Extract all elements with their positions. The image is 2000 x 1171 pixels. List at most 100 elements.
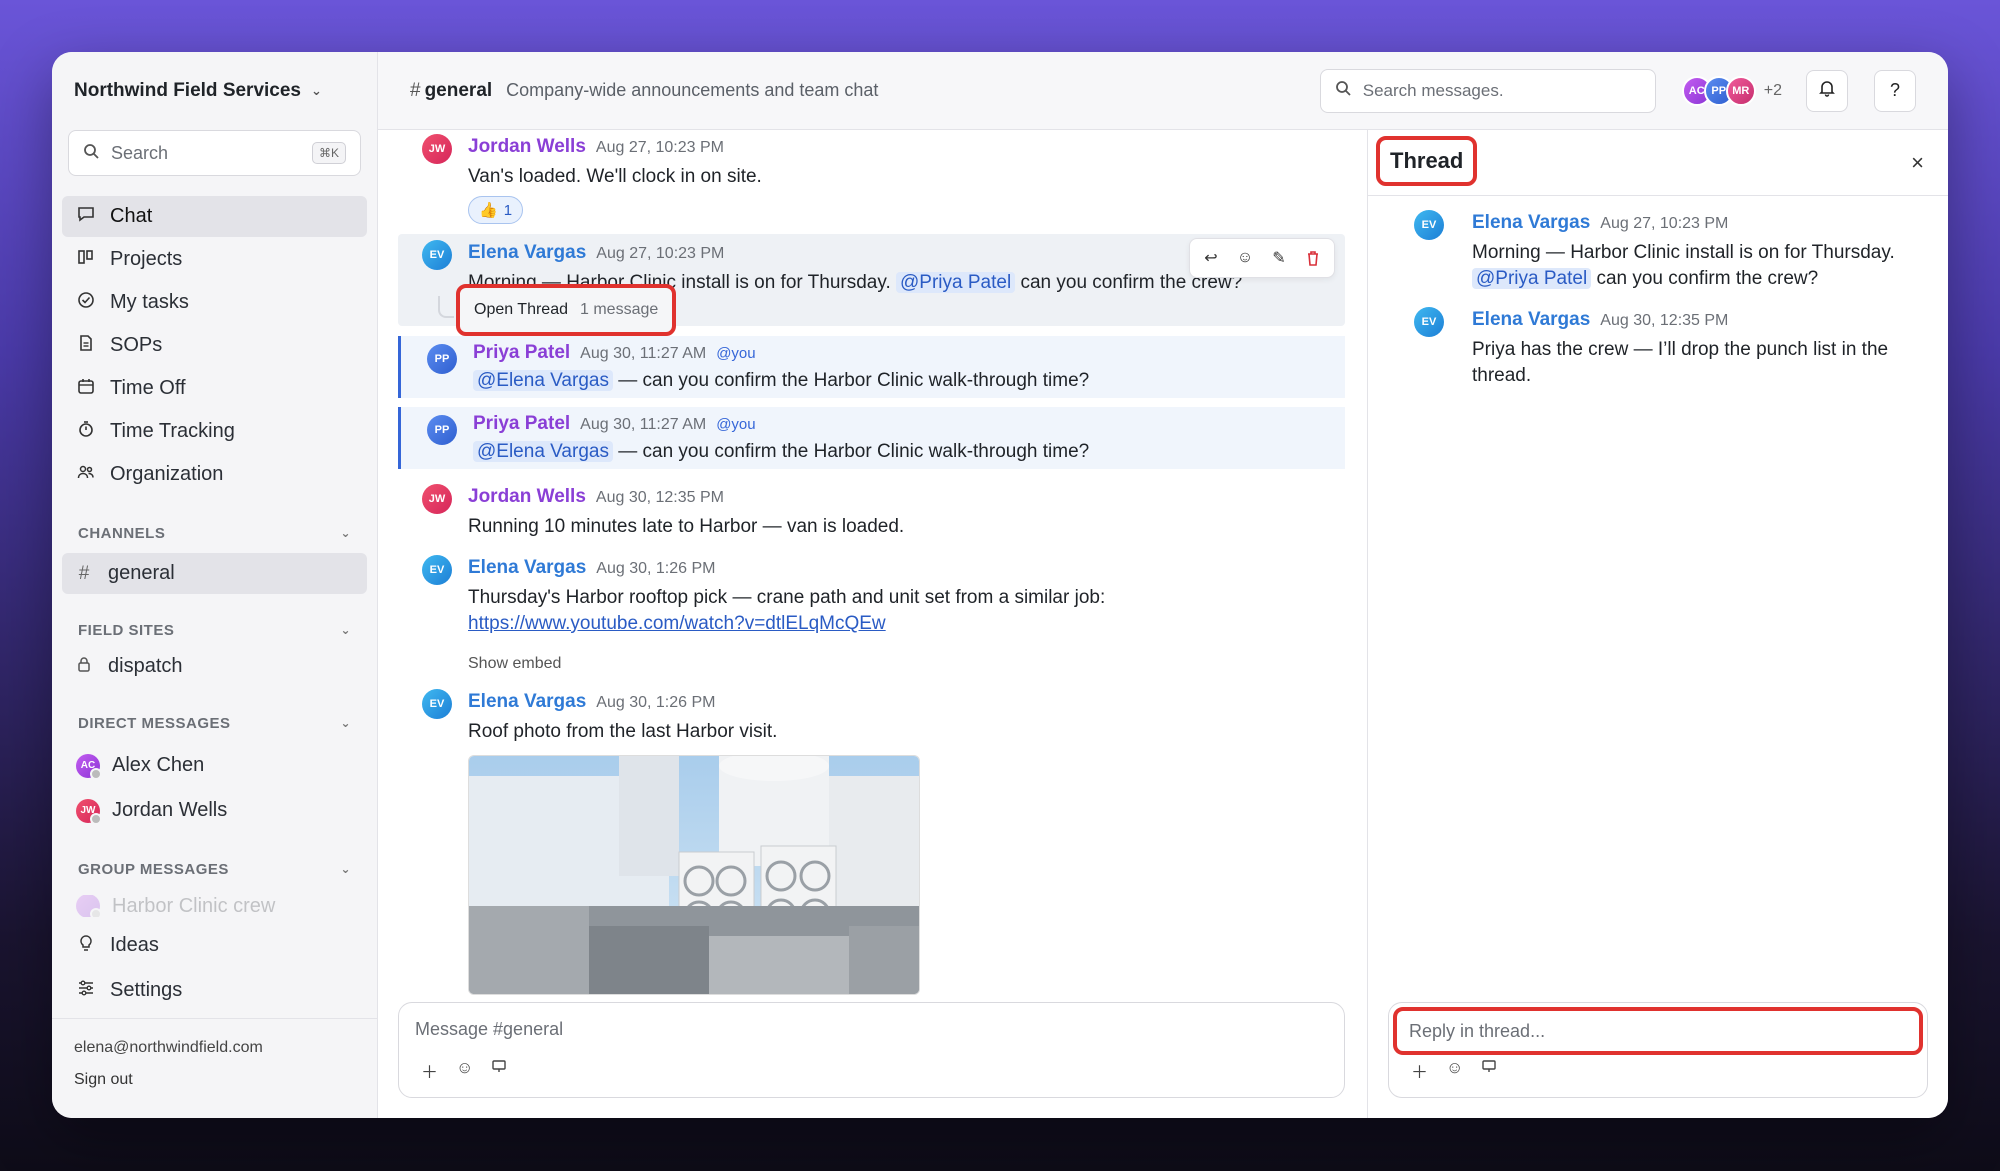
youtube-link[interactable]: https://www.youtube.com/watch?v=dtlELqMc…	[468, 613, 886, 634]
edit-icon[interactable]: ✎	[1264, 243, 1294, 273]
author-name[interactable]: Elena Vargas	[468, 557, 586, 579]
message-text: Roof photo from the last Harbor visit.	[468, 721, 778, 742]
nav-item-sops[interactable]: SOPs	[62, 325, 367, 366]
chevron-down-icon: ⌄	[340, 623, 351, 637]
author-name[interactable]: Jordan Wells	[468, 486, 586, 508]
channel-label: dispatch	[108, 655, 183, 677]
dm-section-header[interactable]: DIRECT MESSAGES ⌄	[52, 711, 377, 735]
close-icon[interactable]: ×	[1911, 150, 1924, 176]
avatar: JW	[422, 484, 452, 514]
search-icon	[83, 143, 99, 164]
open-thread-button[interactable]: Open Thread 1 message	[456, 284, 677, 336]
dm-label: Alex Chen	[112, 754, 205, 776]
section-title: DIRECT MESSAGES	[78, 714, 231, 732]
thread-reply-composer: Reply in thread... ＋ ☺	[1388, 1002, 1928, 1098]
message-search-input[interactable]: Search messages.	[1319, 68, 1656, 113]
author-name[interactable]: Elena Vargas	[468, 242, 586, 264]
channel-item-general[interactable]: # general	[62, 553, 367, 594]
search-icon	[1335, 80, 1351, 101]
nav-label: Settings	[110, 979, 183, 1001]
thread-title: Thread	[1376, 136, 1478, 186]
field-sites-section-header[interactable]: FIELD SITES ⌄	[52, 618, 377, 642]
shortcut-badge: ⌘K	[311, 142, 346, 164]
user-email: elena@northwindfield.com	[74, 1039, 263, 1056]
nav-item-projects[interactable]: Projects	[62, 239, 367, 280]
you-tag: @you	[716, 345, 756, 362]
timestamp: Aug 27, 10:23 PM	[595, 139, 724, 156]
lock-icon	[76, 656, 92, 678]
notifications-button[interactable]	[1806, 69, 1848, 112]
timestamp: Aug 30, 11:27 AM	[580, 345, 707, 362]
timestamp: Aug 27, 10:23 PM	[1600, 215, 1729, 232]
gif-icon[interactable]	[1481, 1058, 1497, 1083]
help-button[interactable]: ?	[1874, 69, 1916, 112]
timestamp: Aug 27, 10:23 PM	[596, 245, 725, 262]
author-name[interactable]: Priya Patel	[473, 413, 570, 435]
author-name[interactable]: Elena Vargas	[1472, 309, 1590, 331]
trash-icon[interactable]	[1298, 243, 1328, 273]
author-name[interactable]: Priya Patel	[473, 342, 570, 364]
channels-section-header[interactable]: CHANNELS ⌄	[52, 521, 377, 545]
timestamp: Aug 30, 11:27 AM	[580, 416, 707, 433]
mention[interactable]: @Priya Patel	[1472, 268, 1592, 289]
message-text: @Elena Vargas — can you confirm the Harb…	[473, 439, 1089, 465]
nav-item-settings[interactable]: Settings	[62, 970, 367, 1011]
reaction-chip[interactable]: 👍 1	[468, 196, 524, 224]
mention[interactable]: @Priya Patel	[896, 272, 1016, 293]
bell-icon	[1818, 79, 1836, 102]
member-avatars[interactable]: AC PP MR +2	[1681, 75, 1782, 106]
timestamp: Aug 30, 12:35 PM	[1600, 312, 1729, 329]
plus-icon[interactable]: ＋	[421, 1058, 438, 1083]
dm-item-jordan-wells[interactable]: JW Jordan Wells	[62, 790, 367, 831]
timestamp: Aug 30, 12:35 PM	[595, 489, 724, 506]
nav-item-time-off[interactable]: Time Off	[62, 368, 367, 409]
stopwatch-icon	[76, 420, 96, 443]
emoji-icon[interactable]: ☺	[456, 1058, 473, 1083]
dm-item-alex-chen[interactable]: AC Alex Chen	[62, 745, 367, 786]
nav-item-time-tracking[interactable]: Time Tracking	[62, 411, 367, 452]
avatar: JW	[76, 798, 102, 825]
timestamp: Aug 30, 1:26 PM	[596, 694, 716, 711]
author-name[interactable]: Jordan Wells	[468, 136, 586, 158]
nav-label: My tasks	[110, 291, 189, 313]
gif-icon[interactable]	[491, 1058, 507, 1083]
you-tag: @you	[716, 416, 756, 433]
show-embed-button[interactable]: Show embed	[468, 655, 561, 673]
nav-item-ideas[interactable]: Ideas	[62, 925, 367, 966]
group-section-header[interactable]: GROUP MESSAGES ⌄	[52, 857, 377, 881]
sidebar-search[interactable]: Search ⌘K	[68, 130, 361, 176]
author-name[interactable]: Elena Vargas	[1472, 212, 1590, 234]
nav-label: Ideas	[110, 934, 159, 956]
thread-connector	[438, 296, 454, 318]
main-area: # general Company-wide announcements and …	[378, 52, 1948, 1118]
mention[interactable]: @Elena Vargas	[473, 370, 613, 391]
nav-item-chat[interactable]: Chat	[62, 196, 367, 237]
chevron-down-icon: ⌄	[340, 716, 351, 730]
mention[interactable]: @Elena Vargas	[473, 441, 613, 462]
nav-item-organization[interactable]: Organization	[62, 454, 367, 495]
emoji-icon[interactable]: ☺	[1230, 243, 1260, 273]
reply-icon[interactable]: ↩	[1196, 243, 1226, 273]
workspace-switcher[interactable]: Northwind Field Services ⌄	[52, 52, 377, 130]
group-item-harbor-clinic-crew[interactable]: Harbor Clinic crew	[62, 895, 367, 917]
composer-placeholder: Message #general	[415, 1019, 564, 1039]
emoji-icon[interactable]: ☺	[1446, 1058, 1463, 1083]
sidebar-footer: elena@northwindfield.com Sign out	[52, 1018, 377, 1118]
thread-header: Thread ×	[1368, 130, 1948, 196]
avatar	[76, 895, 102, 917]
section-title: FIELD SITES	[78, 621, 175, 639]
author-name[interactable]: Elena Vargas	[468, 691, 586, 713]
reaction-count: 1	[503, 201, 513, 219]
avatar: EV	[1414, 307, 1444, 337]
channel-item-dispatch[interactable]: dispatch	[62, 646, 367, 687]
message-item-hovered: EV Elena Vargas Aug 27, 10:23 PM Morning…	[398, 234, 1345, 336]
hash-icon: #	[78, 562, 90, 584]
nav-label: Projects	[110, 248, 183, 270]
sign-out-link[interactable]: Sign out	[74, 1071, 355, 1089]
message-item: EV Elena Vargas Aug 30, 1:26 PM Thursday…	[398, 555, 1345, 685]
message-composer[interactable]: Message #general ＋ ☺	[398, 1002, 1345, 1098]
roof-photo-attachment[interactable]	[468, 755, 920, 995]
nav-item-my-tasks[interactable]: My tasks	[62, 282, 367, 323]
reply-in-thread-input[interactable]: Reply in thread...	[1393, 1007, 1923, 1055]
plus-icon[interactable]: ＋	[1411, 1058, 1428, 1083]
